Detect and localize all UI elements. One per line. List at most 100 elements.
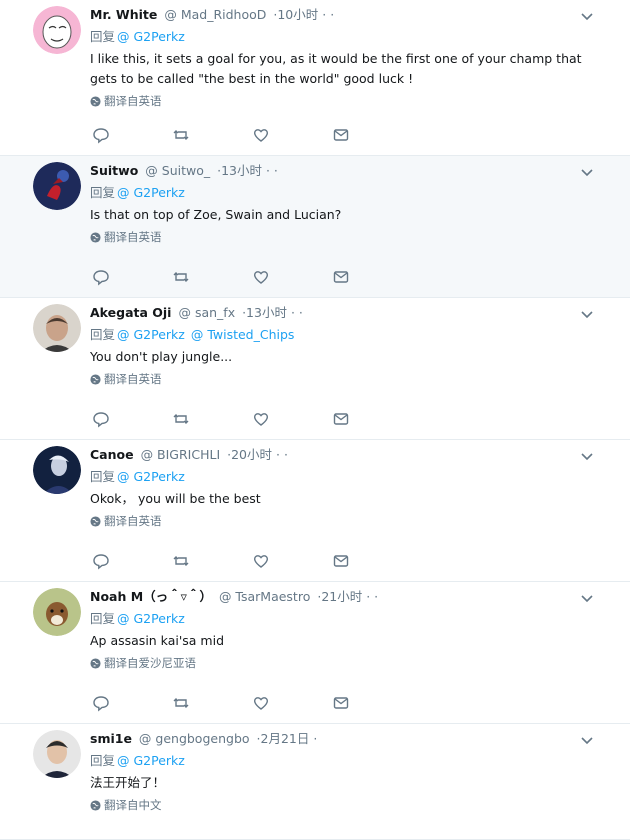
avatar[interactable] bbox=[33, 6, 81, 54]
author-handle[interactable]: @ Suitwo_ bbox=[145, 163, 210, 178]
dm-button[interactable] bbox=[332, 267, 412, 287]
heart-icon bbox=[254, 413, 268, 426]
reply-to: 回复 @ G2Perkz @ Twisted_Chips bbox=[90, 323, 590, 347]
dm-button[interactable] bbox=[332, 551, 412, 571]
retweet-icon bbox=[173, 556, 189, 566]
mention-link[interactable]: @ G2Perkz bbox=[117, 29, 185, 44]
translate-link[interactable]: 翻译自英语 bbox=[90, 513, 590, 529]
chevron-down-icon[interactable] bbox=[579, 448, 595, 464]
dot-separator: · · bbox=[322, 7, 335, 22]
chevron-down-icon[interactable] bbox=[579, 306, 595, 322]
like-button[interactable] bbox=[252, 125, 332, 145]
reply-to: 回复 @ G2Perkz bbox=[90, 25, 590, 49]
retweet-icon bbox=[173, 130, 189, 140]
translate-label[interactable]: 翻译自英语 bbox=[104, 513, 162, 529]
retweet-button[interactable] bbox=[172, 409, 252, 429]
mention-link[interactable]: @ G2Perkz bbox=[117, 185, 185, 200]
author-name[interactable]: Noah M（っ＾▿＾） bbox=[90, 589, 212, 604]
author-name[interactable]: Canoe bbox=[90, 447, 134, 462]
translate-link[interactable]: 翻译自爱沙尼亚语 bbox=[90, 655, 590, 671]
tweet-item[interactable]: smi1e @ gengbogengbo ·2月21日 · 回复 @ G2Perk… bbox=[0, 724, 630, 840]
tweet-time[interactable]: ·13小时 bbox=[217, 163, 262, 178]
envelope-icon bbox=[333, 555, 349, 567]
retweet-button[interactable] bbox=[172, 551, 252, 571]
reply-prefix: 回复 bbox=[90, 327, 116, 342]
heart-icon bbox=[254, 555, 268, 568]
reply-button[interactable] bbox=[92, 267, 172, 287]
translate-label[interactable]: 翻译自爱沙尼亚语 bbox=[104, 655, 196, 671]
avatar[interactable] bbox=[33, 588, 81, 636]
envelope-icon bbox=[333, 129, 349, 141]
tweet-item[interactable]: Akegata Oji @ san_fx ·13小时 · · 回复 @ G2Per… bbox=[0, 298, 630, 440]
tweet-item[interactable]: Canoe @ BIGRICHLI ·20小时 · · 回复 @ G2Perkz … bbox=[0, 440, 630, 582]
translate-link[interactable]: 翻译自中文 bbox=[90, 797, 590, 813]
avatar[interactable] bbox=[33, 446, 81, 494]
translate-link[interactable]: 翻译自英语 bbox=[90, 371, 590, 387]
author-handle[interactable]: @ gengbogengbo bbox=[139, 731, 250, 746]
tweet-item[interactable]: Mr. White @ Mad_RidhooD ·10小时 · · 回复 @ G2… bbox=[0, 0, 630, 156]
reply-icon bbox=[93, 128, 109, 144]
translate-label[interactable]: 翻译自英语 bbox=[104, 93, 162, 109]
avatar[interactable] bbox=[33, 162, 81, 210]
author-handle[interactable]: @ TsarMaestro bbox=[219, 589, 310, 604]
tweet-time[interactable]: ·20小时 bbox=[227, 447, 272, 462]
tweet-item[interactable]: Noah M（っ＾▿＾） @ TsarMaestro ·21小时 · · 回复 @… bbox=[0, 582, 630, 724]
author-handle[interactable]: @ BIGRICHLI bbox=[141, 447, 221, 462]
envelope-icon bbox=[333, 413, 349, 425]
like-button[interactable] bbox=[252, 409, 332, 429]
like-button[interactable] bbox=[252, 693, 332, 713]
tweet-time[interactable]: ·21小时 bbox=[317, 589, 362, 604]
globe-icon bbox=[90, 657, 101, 669]
translate-label[interactable]: 翻译自英语 bbox=[104, 229, 162, 245]
reply-prefix: 回复 bbox=[90, 469, 116, 484]
mention-link[interactable]: @ G2Perkz bbox=[117, 327, 185, 342]
avatar[interactable] bbox=[33, 730, 81, 778]
mention-link[interactable]: @ Twisted_Chips bbox=[191, 327, 295, 342]
tweet-time[interactable]: ·2月21日 bbox=[257, 731, 310, 746]
chevron-down-icon[interactable] bbox=[579, 590, 595, 606]
translate-link[interactable]: 翻译自英语 bbox=[90, 229, 590, 245]
mention-link[interactable]: @ G2Perkz bbox=[117, 469, 185, 484]
dm-button[interactable] bbox=[332, 409, 412, 429]
globe-icon bbox=[90, 515, 101, 527]
tweet-item[interactable]: Suitwo @ Suitwo_ ·13小时 · · 回复 @ G2Perkz I… bbox=[0, 156, 630, 298]
globe-icon bbox=[90, 231, 101, 243]
tweet-time[interactable]: ·10小时 bbox=[273, 7, 318, 22]
author-handle[interactable]: @ san_fx bbox=[178, 305, 235, 320]
reply-button[interactable] bbox=[92, 693, 172, 713]
globe-icon bbox=[90, 799, 101, 811]
retweet-button[interactable] bbox=[172, 267, 252, 287]
mention-link[interactable]: @ G2Perkz bbox=[117, 753, 185, 768]
tweet-time[interactable]: ·13小时 bbox=[242, 305, 287, 320]
author-handle[interactable]: @ Mad_RidhooD bbox=[164, 7, 266, 22]
globe-icon bbox=[90, 373, 101, 385]
heart-icon bbox=[254, 129, 268, 142]
author-name[interactable]: Akegata Oji bbox=[90, 305, 171, 320]
translate-link[interactable]: 翻译自英语 bbox=[90, 93, 590, 109]
like-button[interactable] bbox=[252, 267, 332, 287]
retweet-button[interactable] bbox=[172, 693, 252, 713]
dot-separator: · · bbox=[265, 163, 278, 178]
tweet-text: Is that on top of Zoe, Swain and Lucian? bbox=[90, 207, 342, 222]
author-name[interactable]: Mr. White bbox=[90, 7, 157, 22]
dm-button[interactable] bbox=[332, 125, 412, 145]
reply-to: 回复 @ G2Perkz bbox=[90, 465, 590, 489]
dot-separator: · · bbox=[290, 305, 303, 320]
reply-button[interactable] bbox=[92, 551, 172, 571]
mention-link[interactable]: @ G2Perkz bbox=[117, 611, 185, 626]
chevron-down-icon[interactable] bbox=[579, 164, 595, 180]
reply-button[interactable] bbox=[92, 409, 172, 429]
reply-prefix: 回复 bbox=[90, 185, 116, 200]
translate-label[interactable]: 翻译自英语 bbox=[104, 371, 162, 387]
author-name[interactable]: smi1e bbox=[90, 731, 132, 746]
envelope-icon bbox=[333, 271, 349, 283]
chevron-down-icon[interactable] bbox=[579, 732, 595, 748]
dm-button[interactable] bbox=[332, 693, 412, 713]
reply-button[interactable] bbox=[92, 125, 172, 145]
like-button[interactable] bbox=[252, 551, 332, 571]
avatar[interactable] bbox=[33, 304, 81, 352]
translate-label[interactable]: 翻译自中文 bbox=[104, 797, 162, 813]
retweet-button[interactable] bbox=[172, 125, 252, 145]
chevron-down-icon[interactable] bbox=[579, 8, 595, 24]
author-name[interactable]: Suitwo bbox=[90, 163, 138, 178]
